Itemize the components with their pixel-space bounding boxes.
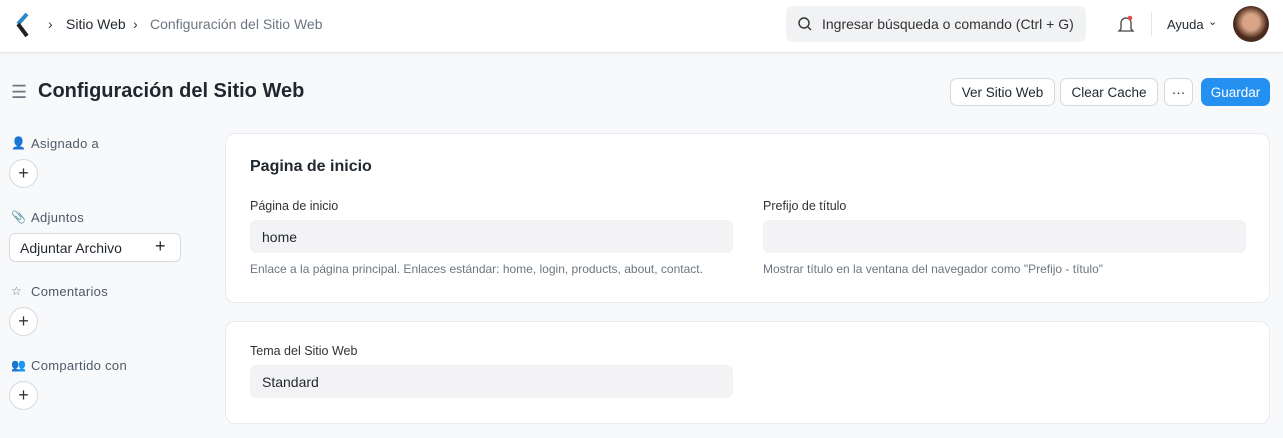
search-icon [798,17,812,31]
add-share-button[interactable]: + [9,381,38,410]
home-page-input[interactable]: home [250,220,733,253]
save-button[interactable]: Guardar [1201,78,1270,106]
sidebar-toggle-icon[interactable]: ☰ [11,82,27,103]
attach-file-label: Adjuntar Archivo [20,240,122,256]
plus-icon: + [155,236,166,256]
website-theme-label: Tema del Sitio Web [250,344,358,358]
add-assignee-button[interactable]: + [9,159,38,188]
attach-file-button[interactable]: Adjuntar Archivo + [9,233,181,262]
avatar[interactable] [1233,6,1269,42]
app-logo-icon[interactable] [14,12,30,38]
star-icon: ☆ [11,284,22,298]
clear-cache-button[interactable]: Clear Cache [1060,78,1158,106]
shared-label: Compartido con [31,358,127,373]
title-prefix-description: Mostrar título en la ventana del navegad… [763,262,1104,276]
navbar: › Sitio Web › Configuración del Sitio We… [0,0,1283,53]
breadcrumb-sitio-web[interactable]: Sitio Web [66,16,126,32]
chevron-right-icon: › [48,16,53,32]
notification-bell-icon[interactable] [1117,15,1135,35]
paperclip-icon: 📎 [11,210,26,224]
search-input[interactable]: Ingresar búsqueda o comando (Ctrl + G) [786,6,1086,42]
user-icon: 👤 [11,136,26,150]
add-comment-button[interactable]: + [9,307,38,336]
home-page-section: Pagina de inicio Página de inicio home E… [225,133,1270,303]
help-dropdown[interactable]: Ayuda [1167,17,1204,32]
section-title: Pagina de inicio [250,158,372,175]
assigned-label: Asignado a [31,136,100,151]
comments-label: Comentarios [31,284,108,299]
chevron-down-icon: ⌄ [1208,16,1218,28]
attachments-label: Adjuntos [31,210,84,225]
chevron-right-icon: › [133,16,138,32]
breadcrumb-current[interactable]: Configuración del Sitio Web [150,16,323,32]
theme-section: Tema del Sitio Web Standard [225,321,1270,424]
users-icon: 👥 [11,358,26,372]
search-placeholder: Ingresar búsqueda o comando (Ctrl + G) [822,16,1074,32]
title-prefix-label: Prefijo de título [763,199,847,213]
website-theme-input[interactable]: Standard [250,365,733,398]
home-page-label: Página de inicio [250,199,339,213]
title-prefix-input[interactable] [763,220,1246,253]
more-actions-button[interactable]: ··· [1164,78,1193,106]
page-title: Configuración del Sitio Web [38,80,305,102]
view-website-button[interactable]: Ver Sitio Web [950,78,1055,106]
home-page-description: Enlace a la página principal. Enlaces es… [250,262,703,276]
